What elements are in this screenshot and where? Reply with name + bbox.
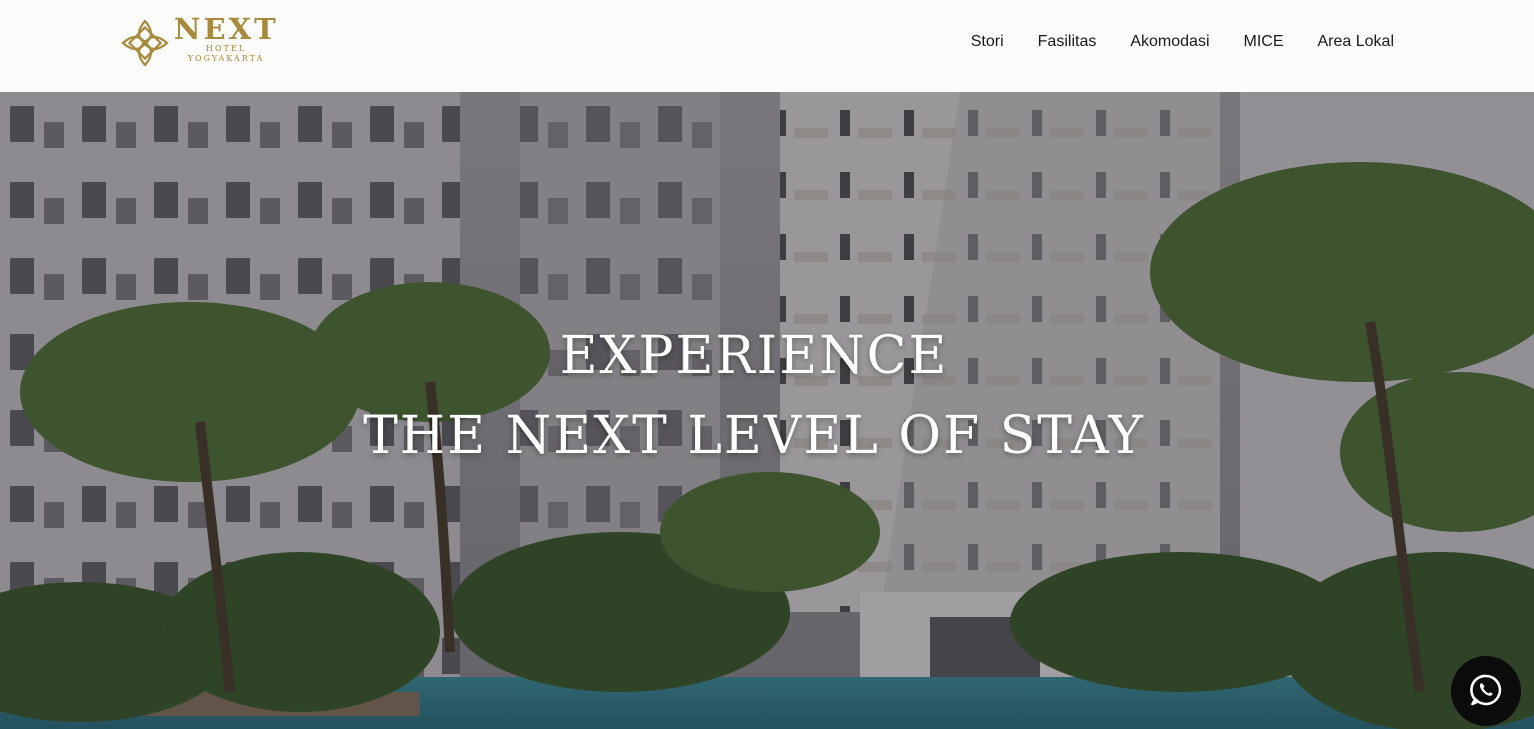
whatsapp-icon <box>1470 674 1502 706</box>
nav-item-mice[interactable]: MICE <box>1244 31 1284 53</box>
site-header: NEXT HOTEL YOGYAKARTA Stori Fasilitas Ak… <box>0 0 1534 92</box>
whatsapp-chat-button[interactable] <box>1451 656 1521 726</box>
logo-city-label: YOGYAKARTA <box>187 54 265 63</box>
nav-item-area-lokal[interactable]: Area Lokal <box>1318 31 1395 53</box>
hero-section: EXPERIENCE THE NEXT LEVEL OF STAY <box>0 92 1534 729</box>
logo-wordmark: NEXT HOTEL YOGYAKARTA <box>174 14 278 64</box>
headline-line-1: EXPERIENCE <box>559 326 949 386</box>
nav-item-akomodasi[interactable]: Akomodasi <box>1130 31 1209 53</box>
main-nav: Stori Fasilitas Akomodasi MICE Area Loka… <box>971 31 1394 53</box>
logo-name: NEXT <box>174 12 279 46</box>
nav-item-fasilitas[interactable]: Fasilitas <box>1038 31 1097 53</box>
headline-line-2: THE NEXT LEVEL OF STAY <box>363 406 1145 466</box>
nav-item-stori[interactable]: Stori <box>971 31 1004 53</box>
hero-headline: EXPERIENCE THE NEXT LEVEL OF STAY <box>0 316 1508 476</box>
ornament-logo-icon <box>121 19 169 67</box>
hotel-logo[interactable]: NEXT HOTEL YOGYAKARTA <box>120 14 280 72</box>
